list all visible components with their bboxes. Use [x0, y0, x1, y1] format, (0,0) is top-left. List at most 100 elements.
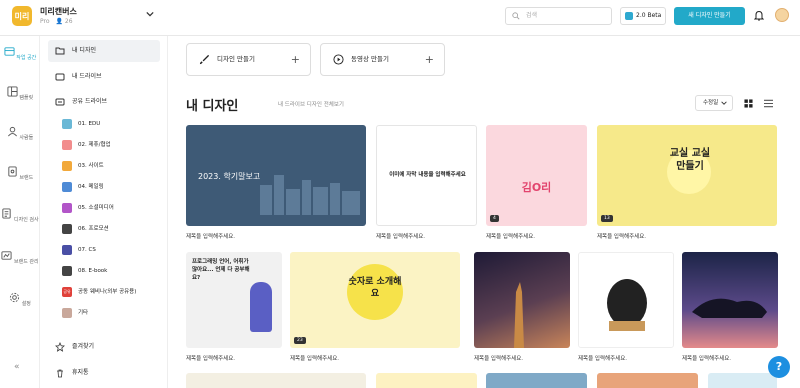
design-title[interactable]: 제목을 입력해주세요. [290, 354, 339, 362]
design-thumbnail[interactable]: 프로그래밍 언어, 어휘가 많아요... 언제 다 공부해요? [186, 252, 282, 348]
design-title[interactable]: 제목을 입력해주세요. [186, 232, 235, 240]
gear-icon [10, 292, 20, 303]
brush-icon [199, 54, 210, 65]
design-title[interactable]: 제목을 입력해주세요. [486, 232, 535, 240]
user-avatar[interactable] [775, 8, 789, 22]
rail-template[interactable]: 템플릿 [0, 86, 40, 101]
design-thumbnail[interactable] [376, 373, 477, 388]
page-subtitle[interactable]: 내 드라이브 디자인 전체보기 [278, 100, 344, 108]
workspace-icon [4, 47, 15, 56]
folder-item[interactable]: 01. EDU [62, 116, 162, 132]
plan-label: Pro [40, 18, 50, 25]
design-thumbnail[interactable]: 이미에 자막 내용을 입력해주세요 [376, 125, 477, 226]
rail-design-check[interactable]: 디자인 검사 [0, 208, 40, 223]
design-thumbnail[interactable] [578, 252, 674, 348]
sidebar-item-shared-drive[interactable]: 공유 드라이브 [48, 91, 160, 113]
beta-icon [625, 12, 633, 20]
sidebar-item-favorites[interactable]: 즐겨찾기 [48, 336, 160, 358]
thumbnail-text: 김O리 [521, 181, 552, 194]
shared-drive-icon [55, 98, 65, 106]
play-icon [333, 54, 344, 65]
rail-people[interactable]: 사람들 [0, 126, 40, 141]
rail-brand[interactable]: 브랜드 [0, 166, 40, 181]
design-thumbnail[interactable]: 김O리 4 [486, 125, 587, 226]
folder-swatch [62, 140, 72, 150]
thumbnail-text: 교실 교실 만들기 [669, 148, 711, 172]
collapse-rail-button[interactable]: « [14, 362, 20, 372]
folder-item[interactable]: 기타 [62, 305, 162, 321]
folder-swatch [62, 119, 72, 129]
search-input[interactable]: 검색 [505, 7, 612, 25]
design-thumbnail[interactable] [597, 373, 698, 388]
page-count-badge: 4 [490, 215, 499, 222]
bell-icon[interactable] [754, 10, 764, 21]
folder-item[interactable]: 08. E-book [62, 263, 162, 279]
design-thumbnail[interactable]: 교실 교실 만들기 13 [597, 125, 777, 226]
team-name[interactable]: 미리캔버스 [40, 6, 77, 17]
chevron-down-icon[interactable] [146, 10, 154, 18]
folder-icon [55, 47, 65, 55]
sidebar: 내 디자인 내 드라이브 공유 드라이브 01. EDU 02. 제휴/협업 0… [40, 36, 168, 388]
design-thumbnail[interactable] [186, 373, 366, 388]
folder-swatch [62, 245, 72, 255]
folder-item[interactable]: 07. CS [62, 242, 162, 258]
design-title[interactable]: 제목을 입력해주세요. [597, 232, 646, 240]
rail-workspace[interactable]: 작업 공간 [0, 46, 40, 61]
design-thumbnail[interactable] [708, 373, 777, 388]
design-title[interactable]: 제목을 입력해주세요. [186, 354, 235, 362]
design-title[interactable]: 제목을 입력해주세요. [682, 354, 731, 362]
create-video-button[interactable]: 동영상 만들기 + [320, 43, 445, 76]
thumbnail-art [607, 279, 647, 331]
folder-swatch [62, 182, 72, 192]
design-thumbnail[interactable] [474, 252, 570, 348]
help-button[interactable]: ? [768, 356, 790, 378]
sidebar-item-trash[interactable]: 휴지통 [48, 362, 160, 384]
folder-item[interactable]: 02. 제휴/협업 [62, 137, 162, 153]
folder-item[interactable]: 공유 공동 웨비나(외부 공유용) [62, 284, 162, 300]
template-icon [7, 86, 18, 97]
main-content: 디자인 만들기 + 동영상 만들기 + 내 디자인 내 드라이브 디자인 전체보… [168, 36, 800, 388]
folder-item[interactable]: 06. 프로모션 [62, 221, 162, 237]
icon-rail: 작업 공간 템플릿 사람들 브랜드 디자인 검사 브랜드 관리 설정 « [0, 36, 40, 388]
grid-view-icon[interactable] [744, 99, 753, 108]
design-title[interactable]: 제목을 입력해주세요. [474, 354, 523, 362]
sidebar-item-my-design[interactable]: 내 디자인 [48, 40, 160, 62]
create-design-button[interactable]: 디자인 만들기 + [186, 43, 311, 76]
folder-item[interactable]: 03. 사이트 [62, 158, 162, 174]
sort-select[interactable]: 수정일 [695, 95, 733, 111]
folder-swatch [62, 266, 72, 276]
team-logo[interactable]: 미리 [12, 6, 32, 26]
brand-icon [8, 166, 17, 177]
thumbnail-text: 프로그래밍 언어, 어휘가 많아요... 언제 다 공부해요? [192, 259, 250, 281]
rail-brand-manage[interactable]: 브랜드 관리 [0, 250, 40, 265]
search-icon [512, 12, 520, 20]
thumbnail-text: 숫자로 소개해요 [348, 277, 402, 299]
design-title[interactable]: 제목을 입력해주세요. [376, 232, 425, 240]
folder-item[interactable]: 05. 소셜미디어 [62, 200, 162, 216]
thumbnail-text: 2023. 학기말보고 [198, 172, 261, 181]
thumbnail-art [514, 282, 524, 348]
list-view-icon[interactable] [764, 99, 773, 108]
new-design-button[interactable]: 새 디자인 만들기 [674, 7, 745, 25]
design-thumbnail[interactable] [682, 252, 778, 348]
design-title[interactable]: 제목을 입력해주세요. [578, 354, 627, 362]
folder-item[interactable]: 04. 메일링 [62, 179, 162, 195]
design-thumbnail[interactable]: 숫자로 소개해요 23 [290, 252, 460, 348]
shared-tag: 공유 [62, 287, 72, 297]
design-thumbnail[interactable]: 2023. 학기말보고 [186, 125, 366, 226]
design-thumbnail[interactable] [486, 373, 587, 388]
thumbnail-text: 이미에 자막 내용을 입력해주세요 [389, 172, 466, 178]
beta-button[interactable]: 2.0 Beta [620, 7, 666, 25]
rail-settings[interactable]: 설정 [0, 292, 40, 307]
folder-swatch [62, 308, 72, 318]
thumbnail-art [692, 298, 767, 318]
folder-swatch [62, 203, 72, 213]
page-count-badge: 13 [601, 215, 613, 222]
design-check-icon [2, 208, 12, 219]
folder-swatch [62, 224, 72, 234]
top-bar: 미리 미리캔버스 Pro 👤 26 검색 2.0 Beta 새 디자인 만들기 [0, 0, 800, 36]
team-meta: Pro 👤 26 [40, 18, 73, 25]
sidebar-item-my-drive[interactable]: 내 드라이브 [48, 66, 160, 88]
trash-icon [57, 369, 63, 378]
drive-icon [55, 73, 65, 81]
